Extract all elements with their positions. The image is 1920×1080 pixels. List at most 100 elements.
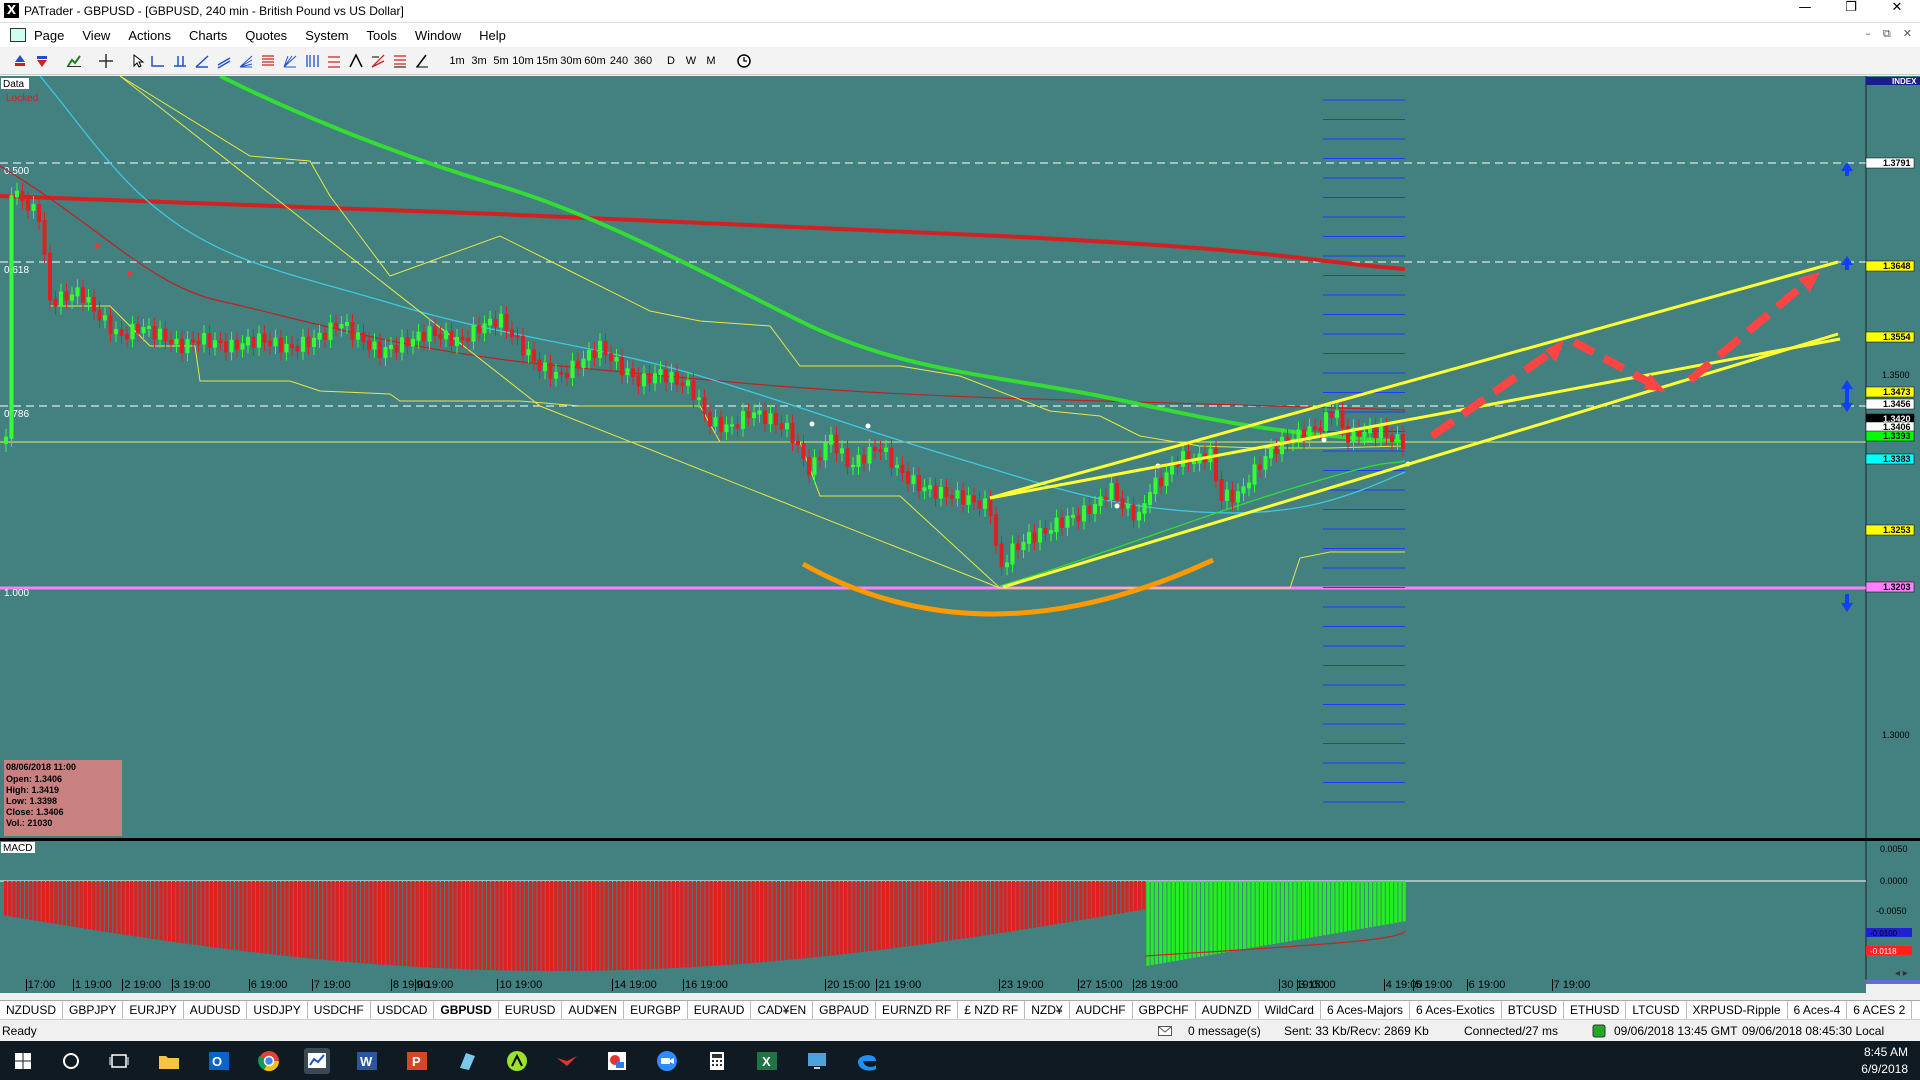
- timeframe-10m[interactable]: 10m: [512, 53, 534, 69]
- menu-page[interactable]: Page: [34, 28, 64, 43]
- channel-icon[interactable]: [216, 53, 232, 69]
- time-axis-scroll[interactable]: [1866, 980, 1920, 984]
- edge-icon[interactable]: [854, 1048, 880, 1074]
- macd-panel[interactable]: MACD 0.0050 0.0000 -0.0050 -0.0100 -0.01…: [0, 842, 1912, 979]
- timeframe-weekly[interactable]: W: [684, 53, 698, 69]
- menu-help[interactable]: Help: [479, 28, 506, 43]
- trading-app-icon[interactable]: [554, 1048, 580, 1074]
- patrader-icon[interactable]: [304, 1048, 330, 1074]
- ninja-trader-icon[interactable]: [504, 1048, 530, 1074]
- symbol-tab[interactable]: BTCUSD: [1502, 1001, 1565, 1019]
- trendline-icon[interactable]: [194, 53, 210, 69]
- gann-icon[interactable]: [282, 53, 298, 69]
- symbol-tab[interactable]: USDCHF: [308, 1001, 371, 1019]
- symbol-tab[interactable]: WildCard: [1259, 1001, 1321, 1019]
- menu-view[interactable]: View: [82, 28, 110, 43]
- symbol-tab[interactable]: AUDCHF: [1070, 1001, 1133, 1019]
- panel-divider[interactable]: [0, 838, 1920, 841]
- timeframe-1m[interactable]: 1m: [448, 53, 466, 69]
- timeframe-monthly[interactable]: M: [704, 53, 718, 69]
- mdi-restore-button[interactable]: ⧉: [1883, 27, 1891, 41]
- fibonacci-fan-icon[interactable]: [238, 53, 254, 69]
- remote-desktop-icon[interactable]: [804, 1048, 830, 1074]
- symbol-tab[interactable]: NZD¥: [1025, 1001, 1070, 1019]
- notepad-icon[interactable]: [454, 1048, 480, 1074]
- symbol-tab[interactable]: ETHUSD: [1564, 1001, 1627, 1019]
- speed-lines-icon[interactable]: [370, 53, 386, 69]
- menu-window[interactable]: Window: [415, 28, 461, 43]
- symbol-tab[interactable]: USDJPY: [247, 1001, 308, 1019]
- regression-channel-icon[interactable]: [392, 53, 408, 69]
- windows-start-icon[interactable]: [10, 1048, 36, 1074]
- menu-actions[interactable]: Actions: [128, 28, 171, 43]
- symbol-tab[interactable]: AUDUSD: [184, 1001, 248, 1019]
- task-view-icon[interactable]: [106, 1048, 132, 1074]
- symbol-tab[interactable]: NZDUSD: [0, 1001, 63, 1019]
- mdi-close-button[interactable]: ✕: [1903, 27, 1912, 41]
- timeframe-3m[interactable]: 3m: [470, 53, 488, 69]
- taskbar-clock[interactable]: 8:45 AM 6/9/2018: [1861, 1044, 1908, 1078]
- menu-system[interactable]: System: [305, 28, 348, 43]
- calculator-icon[interactable]: [704, 1048, 730, 1074]
- cursor-icon[interactable]: [130, 53, 146, 69]
- symbol-tab[interactable]: £ NZD RF: [958, 1001, 1026, 1019]
- chart-area[interactable]: INDEX Data Locked 0.500 0.618 0.786 1.00…: [0, 74, 1920, 993]
- symbol-tab[interactable]: EURNZD RF: [876, 1001, 959, 1019]
- timeframe-5m[interactable]: 5m: [492, 53, 510, 69]
- symbol-tab[interactable]: GBPJPY: [63, 1001, 124, 1019]
- paint-icon[interactable]: [604, 1048, 630, 1074]
- symbol-tab[interactable]: EURGBP: [624, 1001, 688, 1019]
- symbol-tab[interactable]: EURJPY: [123, 1001, 184, 1019]
- mail-icon[interactable]: [1158, 1026, 1172, 1036]
- chart-icon[interactable]: [66, 53, 82, 69]
- symbol-tab[interactable]: USDCAD: [371, 1001, 435, 1019]
- timeframe-15m[interactable]: 15m: [536, 53, 558, 69]
- symbol-tab[interactable]: 6 Aces-4: [1788, 1001, 1848, 1019]
- timeframe-240[interactable]: 240: [608, 53, 630, 69]
- symbol-tab[interactable]: CAD¥EN: [751, 1001, 814, 1019]
- symbol-tab[interactable]: GBPUSD: [434, 1001, 499, 1019]
- scroll-arrows[interactable]: ◂ ▸: [1895, 968, 1908, 979]
- symbol-tab[interactable]: LTCUSD: [1626, 1001, 1687, 1019]
- file-explorer-icon[interactable]: [156, 1048, 182, 1074]
- symbol-tab[interactable]: AUDNZD: [1196, 1001, 1259, 1019]
- time-zones-icon[interactable]: [304, 53, 320, 69]
- clock-icon[interactable]: [736, 53, 752, 69]
- close-button[interactable]: ✕: [1874, 0, 1920, 22]
- horizontal-line-icon[interactable]: [150, 53, 166, 69]
- timeframe-daily[interactable]: D: [664, 53, 678, 69]
- menu-quotes[interactable]: Quotes: [245, 28, 287, 43]
- pencil-icon[interactable]: [414, 53, 430, 69]
- price-chart[interactable]: INDEX Data Locked 0.500 0.618 0.786 1.00…: [0, 74, 1920, 984]
- status-messages[interactable]: 0 message(s): [1188, 1024, 1261, 1038]
- cortana-search-icon[interactable]: [58, 1048, 84, 1074]
- timeframe-30m[interactable]: 30m: [560, 53, 582, 69]
- fibonacci-retracement-icon[interactable]: [260, 53, 276, 69]
- symbol-tab[interactable]: 6 ACES 2: [1847, 1001, 1913, 1019]
- sell-arrow-icon[interactable]: [34, 53, 50, 69]
- vertical-line-icon[interactable]: [172, 53, 188, 69]
- restore-button[interactable]: ❐: [1828, 0, 1874, 22]
- symbol-tab[interactable]: GBPCHF: [1133, 1001, 1196, 1019]
- andrews-pitchfork-icon[interactable]: [348, 53, 364, 69]
- crosshair-icon[interactable]: [98, 53, 114, 69]
- minimize-button[interactable]: —: [1782, 0, 1828, 22]
- buy-arrow-icon[interactable]: [12, 53, 28, 69]
- symbol-tab[interactable]: EURAUD: [688, 1001, 752, 1019]
- zoom-icon[interactable]: [654, 1048, 680, 1074]
- timeframe-60m[interactable]: 60m: [584, 53, 606, 69]
- outlook-icon[interactable]: O: [206, 1048, 232, 1074]
- word-icon[interactable]: W: [354, 1048, 380, 1074]
- symbol-tab[interactable]: EURUSD: [499, 1001, 563, 1019]
- symbol-tab[interactable]: GBPAUD: [813, 1001, 876, 1019]
- chrome-icon[interactable]: [256, 1048, 282, 1074]
- symbol-tab[interactable]: 6 Aces-Exotics: [1410, 1001, 1502, 1019]
- price-panel[interactable]: [0, 76, 1866, 838]
- timeframe-360[interactable]: 360: [632, 53, 654, 69]
- menu-charts[interactable]: Charts: [189, 28, 227, 43]
- arc-icon[interactable]: [326, 53, 342, 69]
- menu-tools[interactable]: Tools: [367, 28, 397, 43]
- powerpoint-icon[interactable]: P: [404, 1048, 430, 1074]
- symbol-tab[interactable]: AUD¥EN: [562, 1001, 625, 1019]
- mdi-minimize-button[interactable]: –: [1865, 27, 1871, 41]
